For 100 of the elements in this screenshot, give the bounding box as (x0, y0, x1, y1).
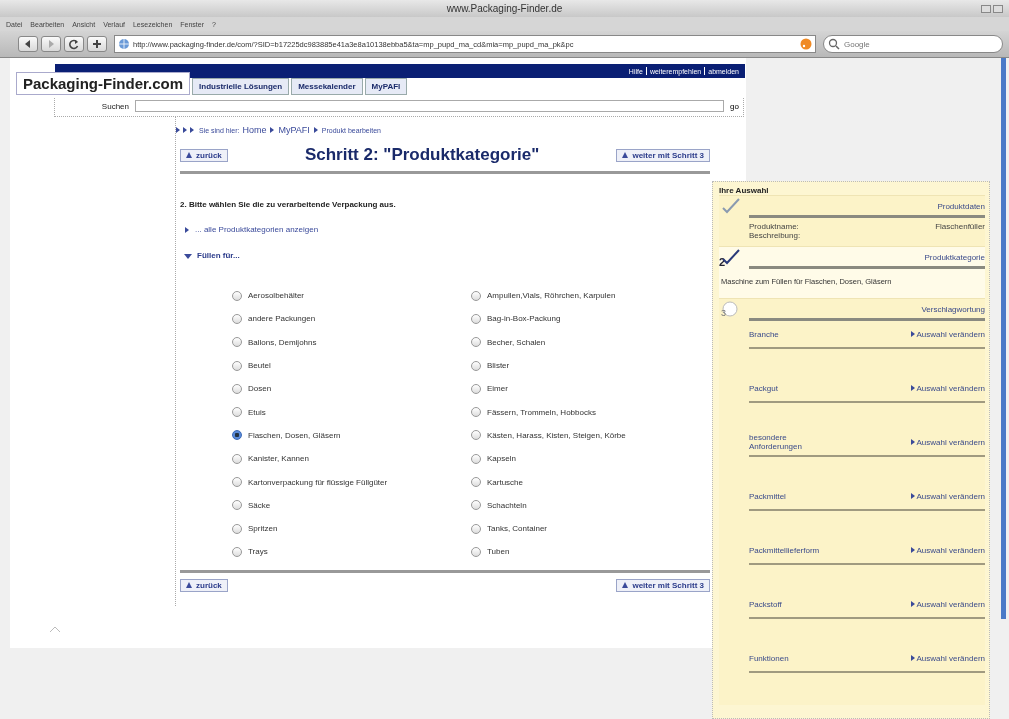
next-button[interactable]: weiter mit Schritt 3 (616, 148, 710, 162)
radio-button[interactable] (232, 430, 242, 441)
reload-button[interactable] (64, 36, 84, 52)
change-selection-link[interactable]: Auswahl verändern (910, 383, 985, 393)
arrow-icon (910, 655, 915, 661)
criterion-label: Packgut (749, 383, 779, 393)
change-selection-link[interactable]: Auswahl verändern (910, 599, 985, 609)
change-selection-link[interactable]: Auswahl verändern (910, 329, 985, 339)
change-selection-link[interactable]: Auswahl verändern (910, 653, 985, 663)
option-label[interactable]: Ampullen,Vials, Röhrchen, Karpulen (487, 291, 616, 301)
rss-icon (800, 38, 812, 50)
option-label[interactable]: Eimer (487, 384, 508, 394)
site-logo[interactable]: Packaging-Finder.com (16, 72, 191, 95)
radio-button[interactable] (232, 383, 242, 394)
arrows-icon (176, 126, 196, 134)
option-label[interactable]: Bag-in-Box-Packung (487, 314, 561, 324)
radio-button[interactable] (471, 430, 481, 441)
radio-button[interactable] (232, 453, 242, 464)
search-icon (828, 38, 842, 50)
search-field[interactable]: Google (823, 35, 1003, 53)
criterion-label: Funktionen (749, 653, 790, 663)
arrow-icon (910, 331, 915, 337)
arrow-icon (910, 601, 915, 607)
scroll-bar[interactable] (1001, 58, 1006, 619)
option-label[interactable]: Kartusche (487, 477, 524, 487)
field-label: Produktname: (749, 222, 799, 231)
group-toggle[interactable]: Füllen für... (197, 251, 240, 260)
radio-button[interactable] (471, 500, 481, 511)
nav-tab[interactable]: Industrielle Lösungen (192, 78, 290, 95)
radio-button[interactable] (232, 546, 242, 557)
breadcrumb-link[interactable]: MyPAFI (278, 125, 310, 135)
back-button[interactable]: zurück (180, 578, 228, 592)
option-label[interactable]: Becher, Schalen (487, 337, 546, 347)
change-selection-link[interactable]: Auswahl verändern (910, 545, 985, 555)
radio-button[interactable] (232, 290, 242, 301)
option-label[interactable]: Ballons, Demijohns (248, 337, 317, 347)
option-label[interactable]: Aerosolbehälter (248, 291, 305, 301)
option-label[interactable]: Blister (487, 361, 510, 371)
option-label[interactable]: Kapseln (487, 454, 516, 464)
criterion-label: besondere Anforderungen (749, 433, 803, 451)
option-label[interactable]: Fässern, Trommeln, Hobbocks (487, 407, 596, 417)
breadcrumb-link[interactable]: Home (242, 125, 267, 135)
up-arrow-icon (186, 582, 192, 589)
nav-tab[interactable]: Messekalender (291, 78, 363, 95)
option-label[interactable]: Dosen (248, 384, 272, 394)
plus-button[interactable] (87, 36, 107, 52)
radio-button[interactable] (232, 500, 242, 511)
radio-button[interactable] (471, 383, 481, 394)
section-heading: Produktdaten (749, 196, 985, 218)
radio-button[interactable] (471, 523, 481, 534)
up-arrow-icon (186, 152, 192, 158)
circle-icon: 3 (719, 299, 741, 319)
globe-icon (118, 38, 130, 50)
go-button[interactable]: go (730, 101, 739, 111)
next-button[interactable]: weiter mit Schritt 3 (616, 578, 710, 592)
radio-button[interactable] (232, 337, 242, 348)
change-selection-link[interactable]: Auswahl verändern (910, 491, 985, 501)
reload-icon (67, 37, 81, 51)
arrow-icon (269, 126, 276, 134)
up-arrow-icon (622, 152, 629, 158)
caret-up-icon (50, 626, 60, 632)
option-label[interactable]: Kästen, Harass, Kisten, Steigen, Körbe (487, 430, 626, 440)
criterion-label: Packstoff (749, 599, 783, 609)
radio-button[interactable] (471, 453, 481, 464)
radio-button[interactable] (232, 477, 242, 487)
option-label[interactable]: Tanks, Container (487, 524, 548, 534)
back-button[interactable]: zurück (180, 148, 228, 162)
option-label[interactable]: Säcke (248, 500, 271, 510)
radio-button[interactable] (471, 477, 481, 487)
panel-title: Ihre Auswahl (719, 186, 770, 195)
radio-button[interactable] (232, 407, 242, 418)
change-selection-link[interactable]: Auswahl verändern (910, 437, 985, 447)
arrow-icon (910, 493, 915, 499)
option-label[interactable]: Beutel (248, 361, 271, 371)
option-label[interactable]: Spritzen (248, 524, 278, 534)
up-arrow-icon (622, 582, 629, 589)
option-label[interactable]: Flaschen, Dosen, Gläsern (248, 430, 341, 440)
back-button[interactable] (18, 36, 38, 52)
nav-tab[interactable]: MyPAFI (364, 78, 408, 95)
radio-button[interactable] (471, 290, 481, 301)
option-label[interactable]: Tuben (487, 547, 510, 557)
option-label[interactable]: Etuis (248, 407, 266, 417)
radio-button[interactable] (232, 313, 242, 324)
option-label[interactable]: Trays (248, 547, 268, 557)
radio-button[interactable] (471, 313, 481, 324)
field-label: Beschreibung: (749, 231, 801, 240)
radio-button[interactable] (471, 546, 481, 557)
radio-button[interactable] (471, 407, 481, 418)
step-title: Schritt 2: "Produktkategorie" (304, 145, 540, 165)
plus-icon (90, 37, 104, 51)
show-all-link[interactable]: ... alle Produktkategorien anzeigen (195, 225, 319, 234)
option-label[interactable]: Schachteln (487, 500, 527, 510)
option-label[interactable]: andere Packungen (248, 314, 316, 324)
option-label[interactable]: Kartonverpackung für flüssige Füllgüter (248, 477, 388, 487)
radio-button[interactable] (471, 337, 481, 348)
radio-button[interactable] (471, 360, 481, 371)
radio-button[interactable] (232, 523, 242, 534)
option-label[interactable]: Kanister, Kannen (248, 454, 309, 464)
radio-button[interactable] (232, 360, 242, 371)
search-input[interactable] (135, 100, 725, 112)
